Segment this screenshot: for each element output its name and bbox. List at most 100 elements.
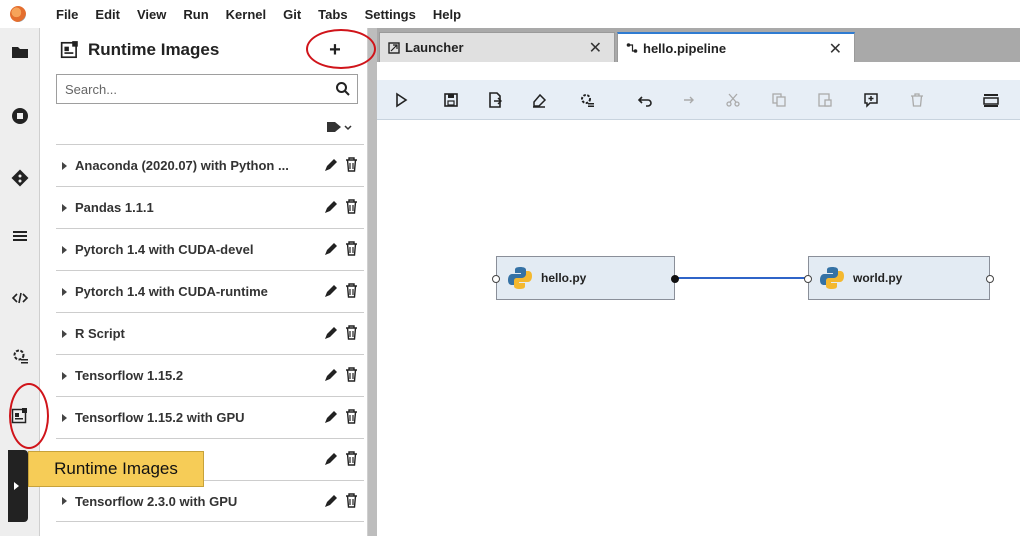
panel-collapse-handle[interactable] [8, 450, 28, 522]
list-item-label: Tensorflow 2.3.0 with GPU [75, 493, 238, 509]
palette-toggle-icon[interactable] [981, 90, 1001, 110]
panel-splitter[interactable] [368, 28, 377, 536]
launcher-icon [388, 41, 400, 54]
tab-close-icon[interactable]: ✕ [589, 38, 602, 58]
menu-edit[interactable]: Edit [95, 7, 120, 22]
tab-label: hello.pipeline [643, 40, 727, 56]
list-item[interactable]: Pytorch 1.4 with CUDA-runtime [56, 270, 364, 312]
edit-icon[interactable] [324, 242, 338, 256]
jupyter-logo-icon [10, 6, 26, 22]
output-port[interactable] [986, 275, 994, 283]
panel-title: Runtime Images [88, 40, 220, 59]
edit-icon[interactable] [324, 368, 338, 382]
search-input[interactable] [65, 79, 325, 99]
paste-icon[interactable] [815, 90, 835, 110]
trash-icon[interactable] [345, 367, 358, 382]
trash-icon[interactable] [345, 283, 358, 298]
edit-icon[interactable] [324, 452, 338, 466]
pipeline-canvas[interactable]: hello.py world.py [377, 121, 1020, 536]
expand-caret-icon[interactable] [62, 287, 67, 296]
export-icon[interactable] [485, 90, 505, 110]
menu-tabs[interactable]: Tabs [318, 7, 347, 22]
expand-caret-icon[interactable] [62, 329, 67, 338]
list-item[interactable]: R Script [56, 312, 364, 354]
search-icon[interactable] [335, 81, 351, 97]
expand-caret-icon[interactable] [62, 203, 67, 212]
trash-icon[interactable] [345, 241, 358, 256]
pipeline-toolbar [377, 80, 1020, 120]
menu-bar: File Edit View Run Kernel Git Tabs Setti… [0, 0, 1020, 28]
menu-help[interactable]: Help [433, 7, 461, 22]
list-item-label: R Script [75, 326, 125, 341]
input-port[interactable] [804, 275, 812, 283]
edit-icon[interactable] [324, 326, 338, 340]
folder-icon[interactable] [10, 42, 30, 62]
menu-git[interactable]: Git [283, 7, 301, 22]
input-port[interactable] [492, 275, 500, 283]
run-pipeline-icon[interactable] [391, 90, 411, 110]
runtimes-settings-icon[interactable] [577, 90, 597, 110]
node-link[interactable] [676, 277, 807, 279]
clear-eraser-icon[interactable] [529, 90, 549, 110]
delete-icon[interactable] [907, 90, 927, 110]
python-icon [820, 267, 844, 289]
trash-icon[interactable] [345, 451, 358, 466]
tag-filter-icon[interactable] [325, 118, 353, 136]
annotation-circle-add [306, 29, 376, 69]
trash-icon[interactable] [345, 493, 358, 508]
search-box [56, 74, 358, 104]
trash-icon[interactable] [345, 157, 358, 172]
menu-view[interactable]: View [137, 7, 166, 22]
code-icon[interactable] [10, 288, 30, 308]
tab-label: Launcher [405, 40, 464, 55]
list-item-label: Pytorch 1.4 with CUDA-devel [75, 242, 254, 257]
runtime-images-header-icon [60, 41, 78, 59]
edit-icon[interactable] [324, 200, 338, 214]
list-item-label: Pandas 1.1.1 [75, 200, 154, 215]
trash-icon[interactable] [345, 325, 358, 340]
list-item[interactable]: Pandas 1.1.1 [56, 186, 364, 228]
cut-icon[interactable] [723, 90, 743, 110]
git-icon[interactable] [10, 168, 30, 188]
pipeline-node-world[interactable]: world.py [804, 256, 994, 300]
list-item-label: Tensorflow 1.15.2 [75, 368, 184, 383]
edit-icon[interactable] [324, 158, 338, 172]
expand-caret-icon[interactable] [62, 497, 67, 505]
tab-close-icon[interactable]: ✕ [829, 39, 842, 59]
list-item-label: Pytorch 1.4 with CUDA-runtime [75, 284, 268, 299]
trash-icon[interactable] [345, 199, 358, 214]
add-comment-icon[interactable] [861, 90, 881, 110]
list-item[interactable]: Tensorflow 1.15.2 with GPU [56, 396, 364, 438]
pipeline-node-hello[interactable]: hello.py [492, 256, 679, 300]
settings-gear-icon[interactable] [10, 346, 30, 366]
stop-circle-icon[interactable] [10, 106, 30, 126]
expand-caret-icon[interactable] [62, 245, 67, 254]
output-port[interactable] [671, 275, 679, 283]
menu-settings[interactable]: Settings [365, 7, 416, 22]
menu-run[interactable]: Run [183, 7, 208, 22]
tab-hello-pipeline[interactable]: hello.pipeline ✕ [617, 32, 855, 62]
edit-icon[interactable] [324, 410, 338, 424]
tab-launcher[interactable]: Launcher ✕ [379, 32, 615, 62]
node-label: hello.py [541, 271, 587, 285]
list-icon[interactable] [10, 226, 30, 246]
menu-kernel[interactable]: Kernel [226, 7, 266, 22]
redo-icon[interactable] [677, 90, 697, 110]
annotation-circle-sidebar [9, 383, 49, 449]
main-area: Launcher ✕ hello.pipeline ✕ hello.py wor… [377, 28, 1020, 536]
edit-icon[interactable] [324, 284, 338, 298]
save-icon[interactable] [441, 90, 461, 110]
list-item-label: Anaconda (2020.07) with Python ... [75, 158, 289, 173]
list-item[interactable]: Pytorch 1.4 with CUDA-devel [56, 228, 364, 270]
expand-caret-icon[interactable] [62, 161, 67, 170]
menu-file[interactable]: File [56, 7, 78, 22]
list-item[interactable]: Tensorflow 1.15.2 [56, 354, 364, 396]
list-item[interactable]: Anaconda (2020.07) with Python ... [56, 144, 364, 186]
edit-icon[interactable] [324, 494, 338, 508]
copy-icon[interactable] [769, 90, 789, 110]
trash-icon[interactable] [345, 409, 358, 424]
tab-bar: Launcher ✕ hello.pipeline ✕ [377, 28, 1020, 62]
undo-icon[interactable] [635, 90, 655, 110]
expand-caret-icon[interactable] [62, 413, 67, 422]
expand-caret-icon[interactable] [62, 371, 67, 380]
